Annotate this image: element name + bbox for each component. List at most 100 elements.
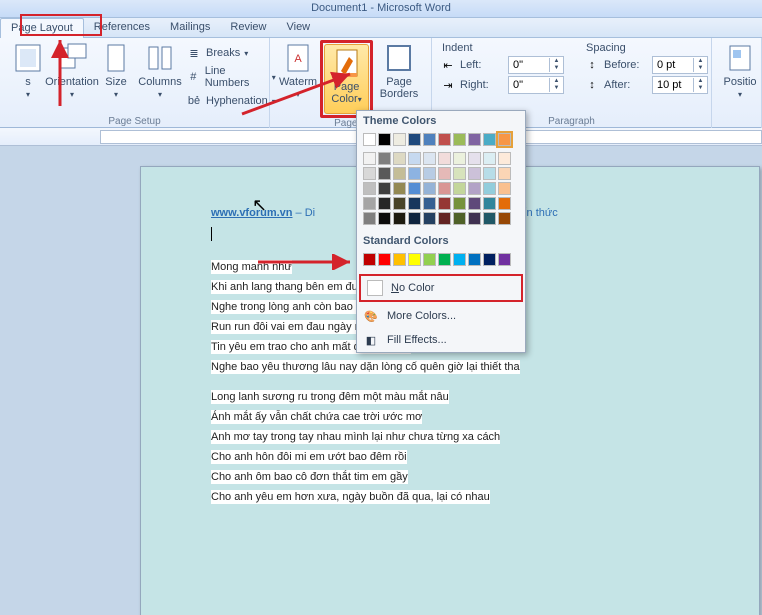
- color-swatch[interactable]: [363, 253, 376, 266]
- color-swatch[interactable]: [453, 182, 466, 195]
- tab-review[interactable]: Review: [220, 18, 276, 38]
- page-color-button[interactable]: Page Color▾: [324, 44, 369, 114]
- color-swatch[interactable]: [483, 197, 496, 210]
- indent-left-spinner[interactable]: ▲▼: [508, 56, 564, 74]
- color-swatch[interactable]: [363, 133, 376, 146]
- color-swatch[interactable]: [438, 182, 451, 195]
- color-swatch[interactable]: [438, 133, 451, 146]
- color-swatch[interactable]: [363, 212, 376, 225]
- color-swatch[interactable]: [498, 253, 511, 266]
- size-button[interactable]: Size▾: [94, 40, 138, 110]
- tab-view[interactable]: View: [276, 18, 320, 38]
- color-swatch[interactable]: [363, 182, 376, 195]
- color-swatch[interactable]: [363, 197, 376, 210]
- color-swatch[interactable]: [498, 133, 511, 146]
- color-swatch[interactable]: [483, 133, 496, 146]
- color-swatch[interactable]: [468, 133, 481, 146]
- color-swatch[interactable]: [453, 167, 466, 180]
- color-swatch[interactable]: [393, 152, 406, 165]
- color-swatch[interactable]: [378, 152, 391, 165]
- spacing-before-spinner[interactable]: ▲▼: [652, 56, 708, 74]
- color-swatch[interactable]: [378, 253, 391, 266]
- spacing-before-input[interactable]: [653, 57, 693, 73]
- color-swatch[interactable]: [393, 167, 406, 180]
- more-colors-item[interactable]: 🎨 More Colors...: [357, 304, 525, 328]
- color-swatch[interactable]: [378, 212, 391, 225]
- position-button[interactable]: Positio▾: [718, 40, 762, 110]
- spacing-after-icon: ↕: [584, 77, 600, 93]
- color-swatch[interactable]: [363, 152, 376, 165]
- tab-references[interactable]: References: [84, 18, 160, 38]
- color-swatch[interactable]: [468, 212, 481, 225]
- standard-colors-title: Standard Colors: [357, 231, 525, 251]
- color-swatch[interactable]: [453, 152, 466, 165]
- color-swatch[interactable]: [438, 167, 451, 180]
- color-swatch[interactable]: [453, 197, 466, 210]
- color-swatch[interactable]: [378, 133, 391, 146]
- color-swatch[interactable]: [438, 253, 451, 266]
- color-swatch[interactable]: [408, 212, 421, 225]
- hyphenation-button[interactable]: bẻHyphenation ▾: [184, 92, 278, 110]
- color-swatch[interactable]: [408, 197, 421, 210]
- color-swatch[interactable]: [423, 212, 436, 225]
- color-swatch[interactable]: [408, 253, 421, 266]
- color-swatch[interactable]: [423, 152, 436, 165]
- color-swatch[interactable]: [423, 182, 436, 195]
- color-swatch[interactable]: [498, 212, 511, 225]
- color-swatch[interactable]: [483, 182, 496, 195]
- color-swatch[interactable]: [438, 212, 451, 225]
- color-swatch[interactable]: [483, 167, 496, 180]
- color-swatch[interactable]: [438, 152, 451, 165]
- color-swatch[interactable]: [378, 197, 391, 210]
- color-swatch[interactable]: [423, 197, 436, 210]
- color-swatch[interactable]: [423, 253, 436, 266]
- color-swatch[interactable]: [423, 167, 436, 180]
- indent-left-input[interactable]: [509, 57, 549, 73]
- color-swatch[interactable]: [453, 253, 466, 266]
- color-swatch[interactable]: [468, 253, 481, 266]
- color-swatch[interactable]: [363, 167, 376, 180]
- color-swatch[interactable]: [393, 212, 406, 225]
- no-color-item[interactable]: No Color: [359, 274, 523, 302]
- indent-right-spinner[interactable]: ▲▼: [508, 76, 564, 94]
- spacing-after-spinner[interactable]: ▲▼: [652, 76, 708, 94]
- color-swatch[interactable]: [498, 182, 511, 195]
- color-swatch[interactable]: [498, 197, 511, 210]
- color-swatch[interactable]: [393, 197, 406, 210]
- color-swatch[interactable]: [453, 133, 466, 146]
- color-swatch[interactable]: [468, 167, 481, 180]
- color-swatch[interactable]: [468, 197, 481, 210]
- color-swatch[interactable]: [483, 152, 496, 165]
- breaks-button[interactable]: ≣Breaks ▾: [184, 44, 278, 62]
- color-swatch[interactable]: [483, 212, 496, 225]
- color-swatch[interactable]: [498, 167, 511, 180]
- color-swatch[interactable]: [408, 167, 421, 180]
- tab-mailings[interactable]: Mailings: [160, 18, 220, 38]
- color-swatch[interactable]: [423, 133, 436, 146]
- tab-page-layout[interactable]: Page Layout: [0, 18, 84, 38]
- color-swatch[interactable]: [483, 253, 496, 266]
- page-borders-icon: [383, 42, 415, 74]
- color-swatch[interactable]: [438, 197, 451, 210]
- color-swatch[interactable]: [453, 212, 466, 225]
- color-swatch[interactable]: [408, 133, 421, 146]
- color-swatch[interactable]: [393, 133, 406, 146]
- line-numbers-button[interactable]: #Line Numbers ▾: [184, 64, 278, 90]
- indent-right-input[interactable]: [509, 77, 549, 93]
- color-swatch[interactable]: [378, 182, 391, 195]
- color-swatch[interactable]: [393, 253, 406, 266]
- margins-button[interactable]: s▾: [6, 40, 50, 110]
- columns-button[interactable]: Columns▾: [138, 40, 182, 110]
- spacing-after-input[interactable]: [653, 77, 693, 93]
- color-swatch[interactable]: [408, 152, 421, 165]
- orientation-button[interactable]: Orientation▾: [50, 40, 94, 110]
- color-swatch[interactable]: [393, 182, 406, 195]
- color-swatch[interactable]: [378, 167, 391, 180]
- color-swatch[interactable]: [468, 182, 481, 195]
- page-borders-button[interactable]: Page Borders: [373, 40, 425, 110]
- color-swatch[interactable]: [498, 152, 511, 165]
- fill-effects-item[interactable]: ◧ Fill Effects...: [357, 328, 525, 352]
- watermark-button[interactable]: A Waterm▾: [276, 40, 320, 110]
- color-swatch[interactable]: [468, 152, 481, 165]
- color-swatch[interactable]: [408, 182, 421, 195]
